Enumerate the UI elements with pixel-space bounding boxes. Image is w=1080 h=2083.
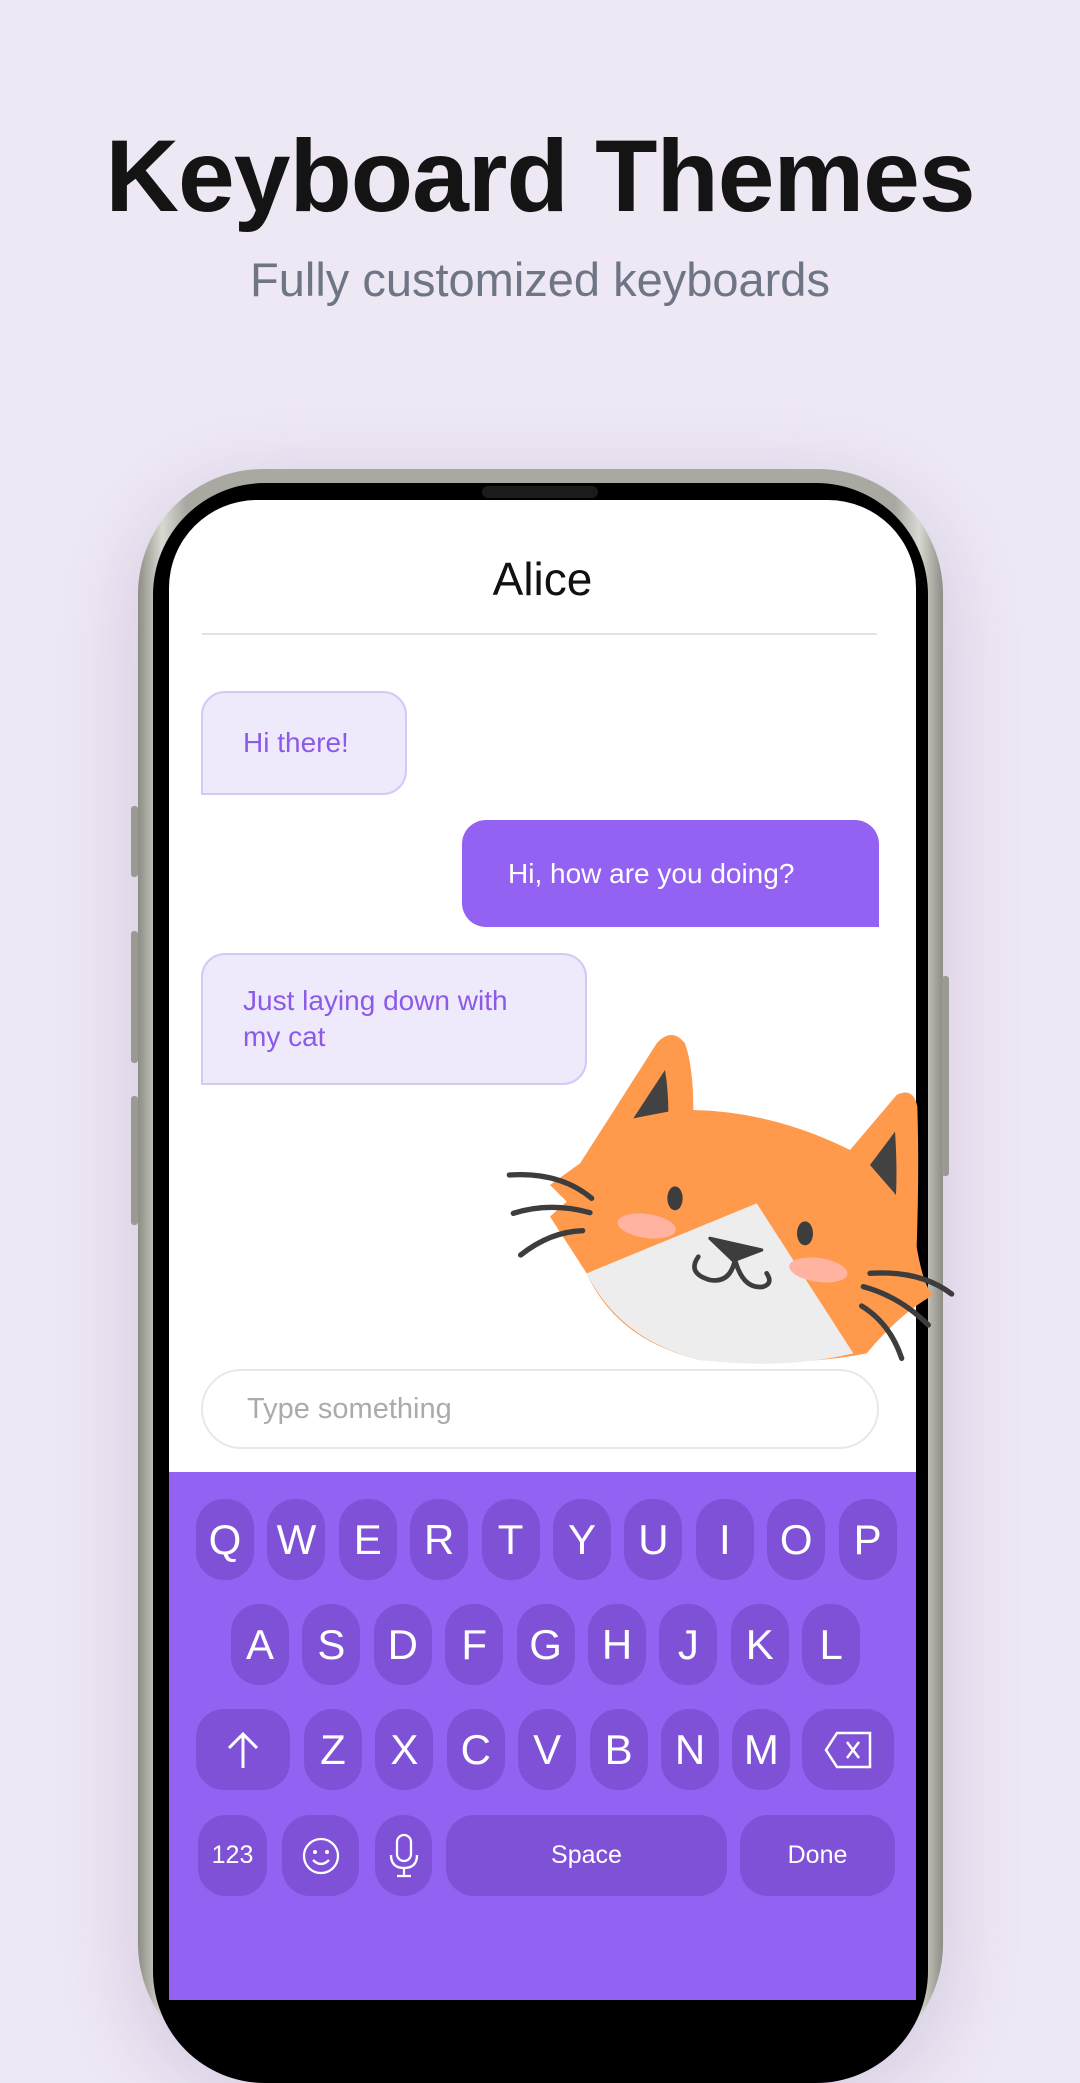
key-n[interactable]: N xyxy=(661,1709,719,1790)
key-v[interactable]: V xyxy=(518,1709,577,1790)
space-key-label: Space xyxy=(551,1841,622,1869)
key-e[interactable]: E xyxy=(338,1499,397,1580)
input-placeholder: Type something xyxy=(247,1392,452,1425)
message-text: Hi there! xyxy=(243,727,349,758)
key-u[interactable]: U xyxy=(624,1499,683,1580)
space-key[interactable]: Space xyxy=(446,1815,727,1896)
arrow-up-icon xyxy=(227,1731,259,1768)
cat-sticker xyxy=(506,1035,955,1364)
page-subtitle: Fully customized keyboards xyxy=(250,253,830,306)
message-input[interactable]: Type something xyxy=(201,1369,879,1449)
keyboard: 123 Space Done QWERTYUIOP ASDFGHJKL ZXCVBN… xyxy=(169,1472,916,2000)
contact-name: Alice xyxy=(492,553,593,605)
smiley-icon xyxy=(302,1837,339,1874)
key-m[interactable]: M xyxy=(732,1709,791,1790)
key-i[interactable]: I xyxy=(695,1499,754,1580)
key-b[interactable]: B xyxy=(589,1709,648,1790)
key-s[interactable]: S xyxy=(302,1604,361,1685)
phone-volume-down-button xyxy=(131,1096,138,1225)
numbers-key-label: 123 xyxy=(211,1841,254,1869)
backspace-key[interactable] xyxy=(802,1709,894,1790)
done-key-label: Done xyxy=(787,1841,848,1869)
key-q[interactable]: Q xyxy=(196,1499,254,1580)
microphone-icon xyxy=(389,1833,418,1877)
key-p[interactable]: P xyxy=(838,1499,897,1580)
key-r[interactable]: R xyxy=(410,1499,469,1580)
page-title: Keyboard Themes xyxy=(105,119,975,233)
shift-key[interactable] xyxy=(196,1709,290,1790)
done-key[interactable]: Done xyxy=(740,1815,895,1896)
key-a[interactable]: A xyxy=(231,1604,289,1685)
cat-eye xyxy=(797,1221,813,1246)
backspace-icon xyxy=(824,1731,872,1768)
header-divider xyxy=(202,633,877,635)
numbers-key[interactable]: 123 xyxy=(198,1815,267,1896)
key-h[interactable]: H xyxy=(588,1604,646,1685)
key-j[interactable]: J xyxy=(659,1604,718,1685)
microphone-key[interactable] xyxy=(375,1815,432,1896)
phone-mute-button xyxy=(131,806,138,877)
phone-volume-up-button xyxy=(131,931,138,1063)
key-w[interactable]: W xyxy=(267,1499,326,1580)
key-y[interactable]: Y xyxy=(553,1499,611,1580)
message-text: Hi, how are you doing? xyxy=(508,857,795,889)
key-d[interactable]: D xyxy=(373,1604,432,1685)
key-o[interactable]: O xyxy=(767,1499,826,1580)
message-incoming: Hi there! xyxy=(201,691,407,795)
cat-eye xyxy=(667,1186,683,1211)
message-outgoing: Hi, how are you doing? xyxy=(462,820,879,927)
phone-speaker xyxy=(482,486,598,498)
key-g[interactable]: G xyxy=(516,1604,575,1685)
key-x[interactable]: X xyxy=(375,1709,434,1790)
key-l[interactable]: L xyxy=(802,1604,861,1685)
emoji-key[interactable] xyxy=(282,1815,359,1896)
key-k[interactable]: K xyxy=(730,1604,789,1685)
key-f[interactable]: F xyxy=(445,1604,504,1685)
key-c[interactable]: C xyxy=(446,1709,505,1790)
key-z[interactable]: Z xyxy=(304,1709,362,1790)
key-t[interactable]: T xyxy=(481,1499,540,1580)
